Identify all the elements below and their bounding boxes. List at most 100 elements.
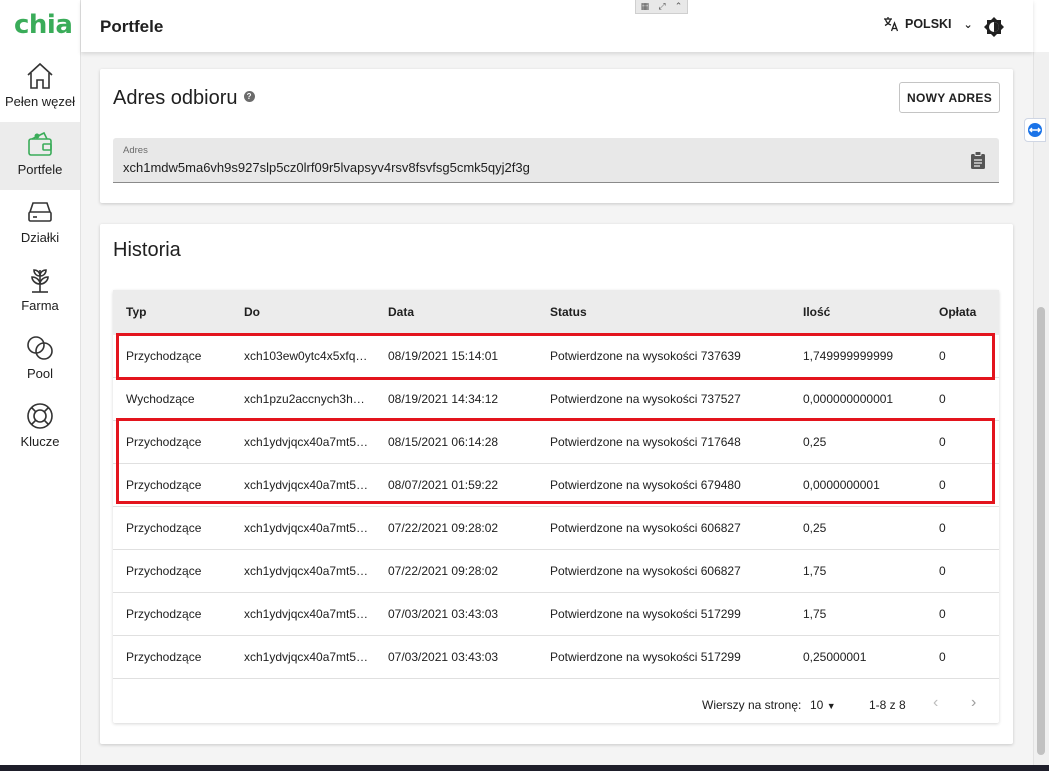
receive-address-title: Adres odbioru — [113, 87, 238, 109]
chia-logo[interactable]: chia — [14, 10, 73, 40]
table-row[interactable]: Przychodzące xch1ydvjqcx40a7mt5… 08/15/2… — [113, 421, 999, 464]
cell-amount: 1,749999999999 — [803, 349, 894, 363]
chevron-down-icon: ⌄ — [963, 18, 973, 31]
cell-to: xch1ydvjqcx40a7mt5… — [244, 435, 369, 449]
history-table: Typ Do Data Status Ilość Opłata Przychod… — [113, 290, 999, 723]
cell-to: xch1ydvjqcx40a7mt5… — [244, 607, 369, 621]
column-header-to[interactable]: Do — [244, 305, 260, 319]
table-row[interactable]: Wychodzące xch1pzu2accnych3h… 08/19/2021… — [113, 378, 999, 421]
table-row[interactable]: Przychodzące xch103ew0ytc4x5xfq… 08/19/2… — [113, 335, 999, 378]
lifebuoy-icon — [27, 403, 53, 429]
pool-icon — [27, 336, 53, 360]
cell-fee: 0 — [939, 392, 946, 406]
caret-down-icon: ▼ — [826, 701, 836, 711]
cell-fee: 0 — [939, 349, 946, 363]
cell-to: xch1ydvjqcx40a7mt5… — [244, 564, 369, 578]
language-label: POLSKI — [905, 17, 952, 31]
rows-per-page-label: Wierszy na stronę: — [702, 698, 802, 712]
cell-amount: 0,0000000001 — [803, 478, 880, 492]
cell-date: 08/07/2021 01:59:22 — [388, 478, 499, 492]
cell-status: Potwierdzone na wysokości 606827 — [550, 521, 741, 535]
cell-fee: 0 — [939, 607, 946, 621]
vertical-scrollbar[interactable] — [1033, 52, 1049, 771]
column-header-type[interactable]: Typ — [126, 305, 146, 319]
cell-to: xch103ew0ytc4x5xfq… — [244, 349, 368, 363]
table-row[interactable]: Przychodzące xch1ydvjqcx40a7mt5… 07/22/2… — [113, 507, 999, 550]
sidebar-item-label: Działki — [20, 230, 60, 245]
chevron-left-icon[interactable]: ‹ — [933, 694, 938, 712]
clipboard-icon[interactable] — [970, 151, 986, 169]
cell-fee: 0 — [939, 564, 946, 578]
column-header-date[interactable]: Data — [388, 305, 414, 319]
column-header-fee[interactable]: Opłata — [939, 305, 976, 319]
cell-status: Potwierdzone na wysokości 717648 — [550, 435, 741, 449]
address-field[interactable]: Adres xch1mdw5ma6vh9s927slp5cz0lrf09r5lv… — [113, 138, 999, 183]
cell-type: Przychodzące — [126, 650, 202, 664]
cell-to: xch1ydvjqcx40a7mt5… — [244, 478, 369, 492]
cell-date: 07/03/2021 03:43:03 — [388, 650, 499, 664]
column-header-amount[interactable]: Ilość — [803, 305, 830, 319]
sidebar: chia Pełen węzeł Portfele Działki Farma … — [0, 0, 81, 771]
sidebar-item-keys[interactable]: Klucze — [0, 394, 80, 462]
cell-status: Potwierdzone na wysokości 606827 — [550, 564, 741, 578]
table-header: Typ Do Data Status Ilość Opłata — [113, 290, 999, 335]
expand-icon[interactable]: ⤢ — [658, 1, 665, 12]
cell-fee: 0 — [939, 521, 946, 535]
sidebar-item-label: Portfele — [17, 162, 63, 177]
language-selector[interactable]: POLSKI ⌄ — [883, 16, 973, 32]
chevron-right-icon[interactable]: › — [971, 694, 976, 712]
cell-to: xch1ydvjqcx40a7mt5… — [244, 521, 369, 535]
home-icon — [27, 62, 53, 89]
rows-per-page-select[interactable]: 10 ▼ — [810, 698, 836, 712]
cell-type: Przychodzące — [126, 435, 202, 449]
sidebar-item-plots[interactable]: Działki — [0, 190, 80, 258]
cell-fee: 0 — [939, 650, 946, 664]
cell-to: xch1pzu2accnych3h… — [244, 392, 365, 406]
sidebar-item-wallets[interactable]: Portfele — [0, 122, 80, 190]
cell-type: Wychodzące — [126, 392, 195, 406]
remote-toolbar[interactable]: ▦ ⤢ ⌃ — [635, 0, 688, 14]
cell-fee: 0 — [939, 435, 946, 449]
table-row[interactable]: Przychodzące xch1ydvjqcx40a7mt5… 07/03/2… — [113, 636, 999, 679]
page-range: 1-8 z 8 — [869, 698, 906, 712]
rows-per-page-value: 10 — [810, 698, 824, 712]
cell-amount: 0,25 — [803, 435, 827, 449]
help-icon[interactable]: ? — [243, 91, 255, 103]
top-bar: Portfele POLSKI ⌄ — [81, 0, 1033, 52]
cell-status: Potwierdzone na wysokości 737527 — [550, 392, 741, 406]
theme-toggle-icon[interactable] — [983, 16, 1005, 38]
new-address-button[interactable]: NOWY ADRES — [899, 82, 1000, 113]
grid-icon[interactable]: ▦ — [641, 1, 650, 12]
cell-date: 08/15/2021 06:14:28 — [388, 435, 499, 449]
page-title: Portfele — [100, 17, 164, 36]
sidebar-item-full-node[interactable]: Pełen węzeł — [0, 54, 80, 122]
table-row[interactable]: Przychodzące xch1ydvjqcx40a7mt5… 07/22/2… — [113, 550, 999, 593]
cell-date: 08/19/2021 14:34:12 — [388, 392, 499, 406]
sidebar-item-farm[interactable]: Farma — [0, 258, 80, 326]
cell-date: 08/19/2021 15:14:01 — [388, 349, 499, 363]
sidebar-item-pool[interactable]: Pool — [0, 326, 80, 394]
cell-amount: 0,25000001 — [803, 650, 867, 664]
address-field-label: Adres — [123, 145, 148, 156]
cell-type: Przychodzące — [126, 478, 202, 492]
chevron-up-icon[interactable]: ⌃ — [675, 1, 683, 12]
cell-to: xch1ydvjqcx40a7mt5… — [244, 650, 369, 664]
sidebar-item-label: Klucze — [20, 434, 60, 449]
column-header-status[interactable]: Status — [550, 305, 587, 319]
arrows-icon — [1028, 123, 1042, 137]
table-row[interactable]: Przychodzące xch1ydvjqcx40a7mt5… 07/03/2… — [113, 593, 999, 636]
cell-type: Przychodzące — [126, 607, 202, 621]
scrollbar-thumb[interactable] — [1037, 307, 1045, 755]
address-value[interactable]: xch1mdw5ma6vh9s927slp5cz0lrf09r5lvapsyv4… — [123, 160, 530, 175]
storage-icon — [28, 202, 52, 222]
table-row[interactable]: Przychodzące xch1ydvjqcx40a7mt5… 08/07/2… — [113, 464, 999, 507]
history-title: Historia — [113, 239, 181, 261]
cell-amount: 1,75 — [803, 564, 827, 578]
sprout-icon — [31, 269, 49, 293]
cell-status: Potwierdzone na wysokości 737639 — [550, 349, 741, 363]
sidebar-item-label: Pool — [26, 366, 54, 381]
remote-side-tab[interactable] — [1024, 118, 1046, 142]
main-content: Adres odbioru? NOWY ADRES Adres xch1mdw5… — [81, 52, 1033, 771]
cell-date: 07/22/2021 09:28:02 — [388, 564, 499, 578]
cell-type: Przychodzące — [126, 521, 202, 535]
